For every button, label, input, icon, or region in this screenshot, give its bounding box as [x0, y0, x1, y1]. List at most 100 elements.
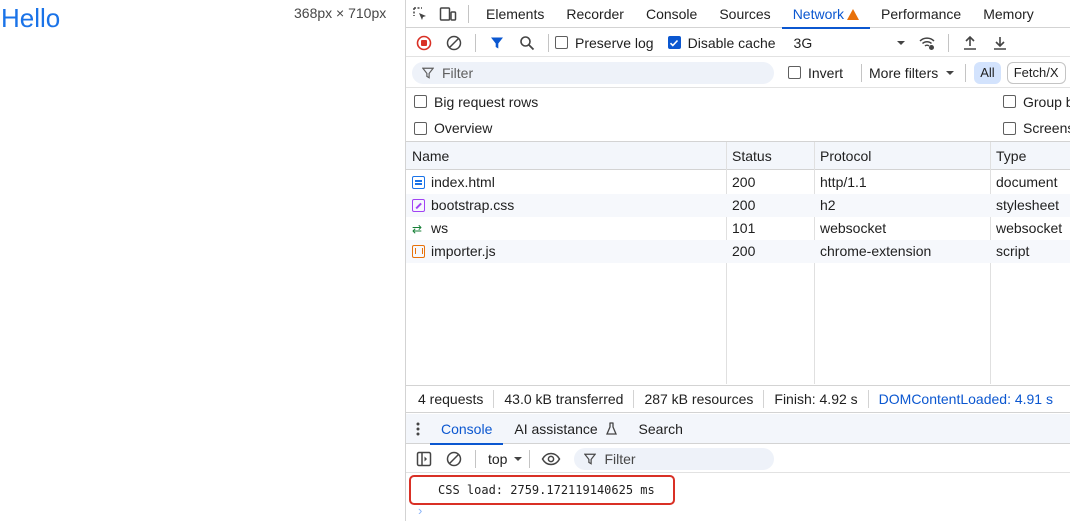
invert-label: Invert	[808, 64, 844, 81]
big-request-rows-checkbox[interactable]: Big request rows	[414, 94, 538, 110]
tab-recorder[interactable]: Recorder	[555, 0, 635, 28]
tab-separator	[468, 4, 469, 23]
console-log-message: CSS load: 2759.172119140625 ms	[409, 475, 675, 505]
export-har-icon[interactable]	[985, 29, 1015, 57]
drawer-menu-icon[interactable]	[406, 415, 430, 443]
overview-label: Overview	[434, 120, 493, 136]
group-by-frame-checkbox[interactable]: Group b	[1003, 94, 1070, 110]
request-protocol: http/1.1	[820, 174, 867, 190]
console-prompt[interactable]: ›	[418, 503, 422, 518]
filter-funnel-icon	[584, 453, 597, 465]
search-icon[interactable]	[512, 29, 542, 57]
tab-network-label: Network	[792, 5, 845, 22]
network-options-row: Overview Screens	[406, 115, 1070, 142]
drawer-tab-search[interactable]: Search	[628, 414, 694, 444]
network-options-row: Big request rows Group b	[406, 88, 1070, 115]
tab-sources[interactable]: Sources	[708, 0, 781, 28]
tab-memory[interactable]: Memory	[972, 0, 1045, 28]
tab-console[interactable]: Console	[635, 0, 708, 28]
more-filters-dropdown[interactable]: More filters	[869, 65, 955, 81]
device-toolbar-icon[interactable]	[434, 0, 462, 28]
column-header-status[interactable]: Status	[726, 142, 814, 170]
screenshots-box[interactable]	[1003, 121, 1016, 135]
inspect-element-icon[interactable]	[406, 0, 434, 28]
invert-checkbox[interactable]: Invert	[788, 65, 843, 81]
drawer-tab-ai-assistance-label: AI assistance	[514, 420, 598, 437]
preserve-log-checkbox[interactable]: Preserve log	[555, 35, 654, 51]
disable-cache-box[interactable]	[667, 36, 681, 49]
request-name: importer.js	[431, 243, 496, 259]
column-header-type[interactable]: Type	[990, 142, 1070, 170]
network-toolbar: Preserve log Disable cache 3G	[406, 29, 1070, 57]
big-request-rows-label: Big request rows	[434, 93, 539, 110]
sidebar-toggle-icon[interactable]	[409, 445, 439, 473]
request-name: ws	[431, 220, 449, 236]
clear-console-icon[interactable]	[439, 445, 469, 473]
tab-network[interactable]: Network	[781, 0, 871, 29]
big-request-rows-box[interactable]	[414, 95, 427, 108]
request-type: websocket	[996, 220, 1063, 236]
drawer-tab-bar: Console AI assistance Search	[406, 414, 1070, 445]
request-protocol: h2	[820, 197, 836, 213]
table-row[interactable]: bootstrap.css 200 h2 stylesheet	[406, 194, 1070, 217]
script-icon	[412, 245, 425, 258]
page-viewport: Hello 368px × 710px	[0, 0, 405, 521]
disable-cache-checkbox[interactable]: Disable cache	[667, 34, 776, 51]
drawer-tab-ai-assistance[interactable]: AI assistance	[503, 414, 627, 444]
filter-funnel-icon	[422, 67, 434, 79]
column-header-name[interactable]: Name	[406, 142, 726, 170]
type-filter-all[interactable]: All	[974, 61, 1001, 84]
network-filter-input[interactable]: Filter	[412, 61, 774, 84]
toolbar-separator	[529, 449, 531, 468]
tab-elements[interactable]: Elements	[475, 0, 555, 28]
invert-box[interactable]	[788, 66, 801, 79]
request-protocol: websocket	[820, 220, 887, 236]
table-row[interactable]: importer.js 200 chrome-extension script	[406, 240, 1070, 263]
request-name-cell: bootstrap.css	[406, 194, 514, 217]
clear-icon[interactable]	[439, 29, 469, 57]
request-status: 200	[732, 243, 756, 259]
record-stop-icon[interactable]	[409, 29, 439, 57]
group-by-frame-box[interactable]	[1003, 95, 1016, 108]
websocket-icon: ⇄	[412, 222, 423, 236]
live-expression-eye-icon[interactable]	[536, 445, 566, 473]
filter-separator	[861, 63, 863, 82]
console-filter-input[interactable]: Filter	[574, 447, 775, 470]
toolbar-separator	[475, 449, 476, 468]
request-type: stylesheet	[996, 197, 1060, 213]
overview-box[interactable]	[414, 121, 427, 135]
summary-finish: Finish: 4.92 s	[764, 390, 869, 408]
summary-transferred: 43.0 kB transferred	[494, 390, 635, 408]
devtools-tab-bar: Elements Recorder Console Sources Networ…	[406, 0, 1070, 29]
context-selector[interactable]: top	[488, 451, 523, 467]
request-protocol: chrome-extension	[820, 243, 932, 259]
filter-funnel-icon[interactable]	[482, 29, 512, 57]
request-name-cell: importer.js	[406, 240, 496, 263]
request-status: 200	[732, 197, 756, 213]
column-header-protocol[interactable]: Protocol	[814, 142, 990, 170]
throttling-select[interactable]: 3G	[794, 35, 912, 51]
type-filter-fetch-xhr[interactable]: Fetch/X	[1006, 61, 1066, 84]
viewport-dimensions: 368px × 710px	[294, 5, 387, 21]
preserve-log-label: Preserve log	[575, 34, 654, 51]
import-har-icon[interactable]	[955, 29, 985, 57]
preserve-log-box[interactable]	[555, 36, 568, 49]
network-filter-bar: Filter Invert More filters All Fetch/X	[406, 58, 1070, 88]
devtools-panel: Elements Recorder Console Sources Networ…	[405, 0, 1070, 521]
dropdown-arrow-icon	[896, 40, 905, 45]
screenshots-checkbox[interactable]: Screens	[1003, 120, 1070, 136]
table-row[interactable]: ⇄ ws 101 websocket websocket	[406, 217, 1070, 240]
filter-separator	[965, 63, 967, 82]
disable-cache-label: Disable cache	[687, 34, 776, 51]
network-request-table: Name Status Protocol Type index.html 200…	[406, 142, 1070, 384]
tab-performance[interactable]: Performance	[870, 0, 972, 28]
toolbar-separator	[475, 33, 476, 52]
drawer-tab-console[interactable]: Console	[430, 414, 504, 445]
network-conditions-icon[interactable]	[912, 29, 942, 57]
summary-requests: 4 requests	[406, 390, 495, 408]
overview-checkbox[interactable]: Overview	[414, 120, 492, 136]
page-heading: Hello	[1, 3, 61, 33]
request-status: 200	[732, 174, 756, 190]
dropdown-arrow-icon	[514, 456, 523, 461]
table-row[interactable]: index.html 200 http/1.1 document	[406, 171, 1070, 194]
